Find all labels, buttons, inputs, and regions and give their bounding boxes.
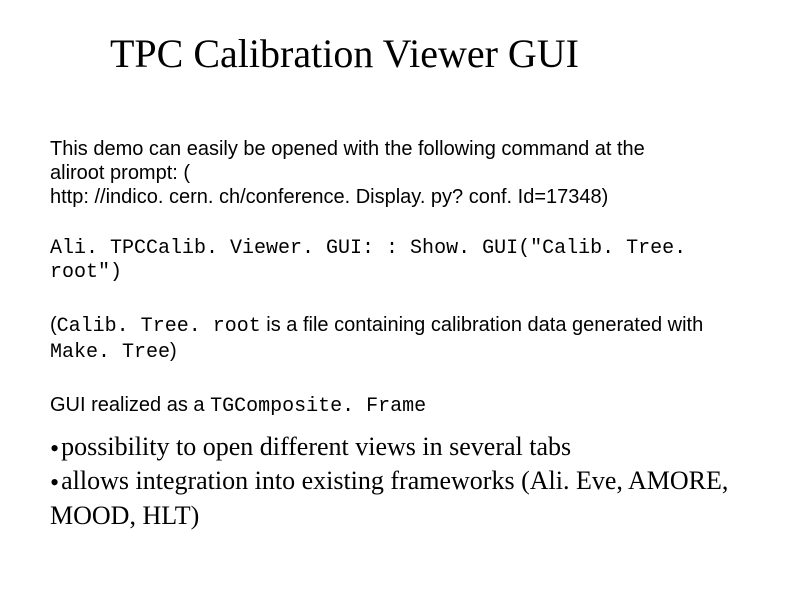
gui-prefix: GUI realized as a <box>50 394 210 416</box>
gui-realized-line: GUI realized as a TGComposite. Frame <box>50 393 744 419</box>
bullet-dot-icon: • <box>50 467 59 500</box>
bullet-text: allows integration into existing framewo… <box>50 466 728 529</box>
bullet-item: •possibility to open different views in … <box>50 431 744 465</box>
command-line: Ali. TPCCalib. Viewer. GUI: : Show. GUI(… <box>50 237 744 285</box>
bullet-item: •allows integration into existing framew… <box>50 465 744 532</box>
note-paragraph: (Calib. Tree. root is a file containing … <box>50 313 744 365</box>
note-suffix: ) <box>170 340 177 362</box>
note-prefix: ( <box>50 314 57 336</box>
intro-line-2: aliroot prompt: ( <box>50 162 190 184</box>
bullet-dot-icon: • <box>50 433 59 466</box>
intro-line-3: http: //indico. cern. ch/conference. Dis… <box>50 186 608 208</box>
bullet-text: possibility to open different views in s… <box>61 432 571 461</box>
note-filename: Calib. Tree. root <box>57 315 261 338</box>
intro-paragraph: This demo can easily be opened with the … <box>50 137 744 209</box>
note-mid: is a file containing calibration data ge… <box>261 314 704 336</box>
page-title: TPC Calibration Viewer GUI <box>110 30 744 77</box>
slide-container: TPC Calibration Viewer GUI This demo can… <box>0 0 794 552</box>
intro-line-1: This demo can easily be opened with the … <box>50 138 645 160</box>
bullet-list: •possibility to open different views in … <box>50 431 744 532</box>
gui-classname: TGComposite. Frame <box>210 395 426 418</box>
note-maketree: Make. Tree <box>50 341 170 364</box>
